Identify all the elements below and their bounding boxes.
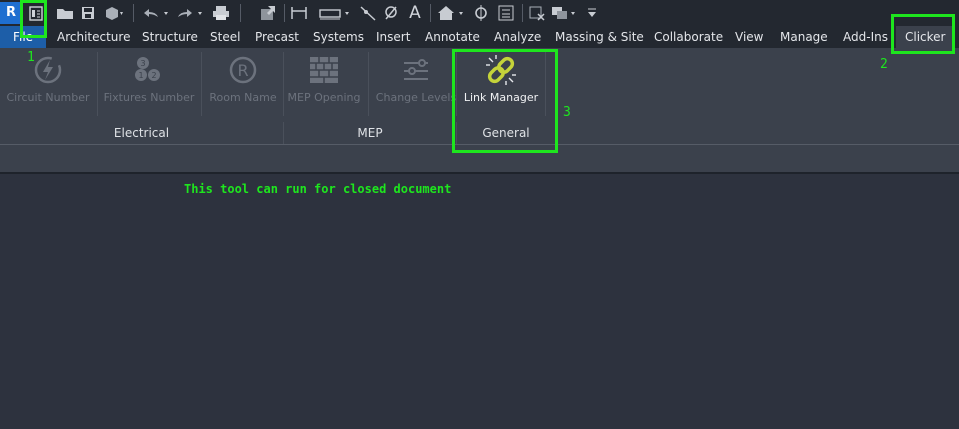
svg-text:2: 2 [151, 71, 156, 80]
undo-icon[interactable] [140, 4, 170, 22]
tab-precast[interactable]: Precast [255, 26, 299, 48]
tab-add-ins[interactable]: Add-Ins [843, 26, 888, 48]
change-levels-button[interactable]: Change Levels [372, 48, 460, 120]
spot-elevation-icon[interactable] [382, 4, 400, 22]
numbered-dots-icon: 3 12 [133, 54, 165, 89]
quick-access-toolbar: R A [0, 0, 959, 26]
revit-logo[interactable]: R [0, 2, 22, 24]
redo-icon[interactable] [174, 4, 206, 22]
fixtures-number-button[interactable]: 3 12 Fixtures Number [99, 48, 199, 120]
customize-toolbar-icon[interactable] [586, 4, 598, 22]
r-circle-icon: R [227, 54, 259, 89]
tab-view[interactable]: View [735, 26, 763, 48]
tab-insert[interactable]: Insert [376, 26, 410, 48]
link-manager-label: Link Manager [463, 91, 539, 104]
room-name-button[interactable]: R Room Name [203, 48, 283, 120]
print-icon[interactable] [212, 4, 230, 22]
thin-lines-icon[interactable] [496, 4, 516, 22]
svg-text:1: 1 [138, 71, 143, 80]
open-folder-icon[interactable] [56, 4, 74, 22]
tab-massing-site[interactable]: Massing & Site [555, 26, 644, 48]
room-name-label: Room Name [209, 91, 277, 104]
export-icon[interactable] [258, 4, 278, 22]
annotation-note: This tool can run for closed document [184, 182, 452, 196]
button-separator [201, 52, 202, 116]
svg-text:3: 3 [140, 59, 145, 68]
marker-2: 2 [880, 57, 888, 72]
toolbar-separator [430, 4, 431, 22]
mep-opening-button[interactable]: MEP Opening [285, 48, 363, 120]
toolbar-separator [133, 4, 134, 22]
tab-manage[interactable]: Manage [780, 26, 828, 48]
brick-wall-icon [308, 54, 340, 89]
panel-separator [545, 52, 546, 116]
tab-structure[interactable]: Structure [142, 26, 198, 48]
tab-annotate[interactable]: Annotate [425, 26, 480, 48]
default-3d-view-icon[interactable] [436, 4, 468, 22]
angular-dimension-icon[interactable] [358, 4, 378, 22]
tab-file[interactable]: File [0, 26, 46, 48]
marker-1: 1 [27, 50, 35, 65]
panel-title-electrical[interactable]: Electrical [0, 126, 283, 140]
toolbar-separator [284, 4, 285, 22]
panel-separator [456, 52, 457, 116]
chain-link-icon [484, 53, 518, 90]
tab-systems[interactable]: Systems [313, 26, 364, 48]
tab-collaborate[interactable]: Collaborate [654, 26, 723, 48]
home-document-icon[interactable] [28, 4, 44, 22]
button-separator [97, 52, 98, 116]
circuit-number-label: Circuit Number [6, 91, 90, 104]
tab-clicker[interactable]: Clicker [896, 26, 955, 48]
link-manager-button[interactable]: Link Manager [460, 48, 542, 120]
lightning-circle-icon [32, 54, 64, 89]
button-separator [368, 52, 369, 116]
circuit-number-button[interactable]: Circuit Number [0, 48, 96, 120]
tab-analyze[interactable]: Analyze [494, 26, 541, 48]
toolbar-separator [522, 4, 523, 22]
toolbar-separator [240, 4, 241, 22]
aligned-dimension-icon[interactable] [318, 4, 352, 22]
panel-title-mep[interactable]: MEP [284, 126, 456, 140]
sync-icon[interactable] [102, 4, 126, 22]
sliders-icon [400, 54, 432, 89]
save-icon[interactable] [80, 4, 96, 22]
options-bar [0, 145, 959, 172]
panel-separator [283, 52, 284, 116]
tab-architecture[interactable]: Architecture [57, 26, 130, 48]
options-bar-border [0, 172, 959, 174]
section-icon[interactable] [472, 4, 490, 22]
mep-opening-label: MEP Opening [287, 91, 361, 104]
panel-title-general[interactable]: General [457, 126, 555, 140]
ribbon-tabs: File Architecture Structure Steel Precas… [0, 26, 959, 48]
measure-icon[interactable] [290, 4, 308, 22]
close-hidden-windows-icon[interactable] [528, 4, 546, 22]
marker-3: 3 [563, 105, 571, 120]
change-levels-label: Change Levels [375, 91, 457, 104]
ribbon-panel: Circuit Number 312 Fixtures Number R Roo… [0, 48, 959, 144]
tab-steel[interactable]: Steel [210, 26, 240, 48]
fixtures-number-label: Fixtures Number [103, 91, 195, 104]
switch-windows-icon[interactable] [550, 4, 580, 22]
text-icon[interactable]: A [406, 4, 424, 22]
svg-text:R: R [237, 61, 248, 80]
